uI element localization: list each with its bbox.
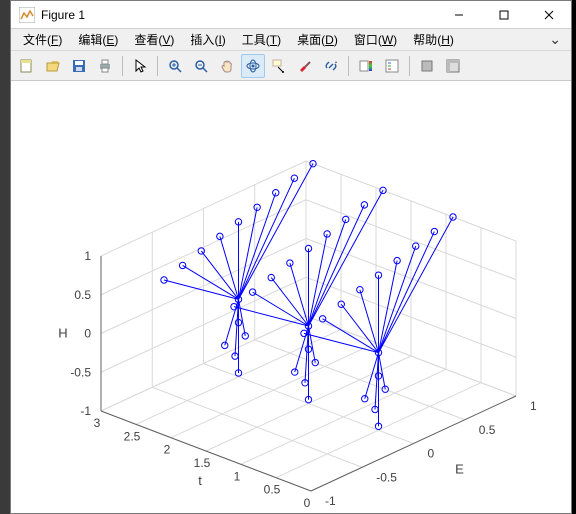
svg-text:1.5: 1.5 (194, 456, 211, 470)
svg-text:0: 0 (304, 496, 311, 510)
svg-text:0.5: 0.5 (479, 423, 496, 437)
menu-file[interactable]: 文件(F) (15, 29, 70, 50)
brush-button[interactable] (293, 54, 317, 78)
insert-legend-button[interactable] (380, 54, 404, 78)
toolbar-separator (409, 56, 410, 76)
svg-text:3: 3 (94, 416, 101, 430)
hide-plot-tools-button[interactable] (415, 54, 439, 78)
svg-text:0: 0 (428, 447, 435, 461)
svg-text:0.5: 0.5 (264, 483, 281, 497)
svg-text:2.5: 2.5 (124, 429, 141, 443)
svg-text:1: 1 (530, 399, 537, 413)
menu-edit[interactable]: 编辑(E) (70, 29, 126, 50)
maximize-button[interactable] (481, 1, 526, 29)
toolbar (11, 51, 571, 81)
menubar-overflow-icon[interactable]: ⌄ (543, 31, 567, 48)
open-button[interactable] (41, 54, 65, 78)
menu-view[interactable]: 查看(V) (126, 29, 182, 50)
titlebar: Figure 1 (11, 1, 571, 29)
svg-text:H: H (58, 326, 67, 341)
minimize-button[interactable] (436, 1, 481, 29)
data-cursor-button[interactable] (267, 54, 291, 78)
menubar: 文件(F) 编辑(E) 查看(V) 插入(I) 工具(T) 桌面(D) 窗口(W… (11, 29, 571, 51)
insert-colorbar-button[interactable] (354, 54, 378, 78)
svg-text:0.5: 0.5 (74, 288, 91, 302)
new-figure-button[interactable] (15, 54, 39, 78)
svg-text:-1: -1 (325, 494, 336, 508)
svg-text:E: E (455, 462, 464, 477)
close-button[interactable] (526, 1, 571, 29)
svg-text:-1: -1 (80, 404, 91, 418)
menu-help[interactable]: 帮助(H) (405, 29, 462, 50)
zoom-out-button[interactable] (189, 54, 213, 78)
toolbar-separator (348, 56, 349, 76)
menu-insert[interactable]: 插入(I) (182, 29, 233, 50)
matlab-figure-icon (19, 7, 35, 23)
svg-text:t: t (198, 473, 202, 488)
pan-button[interactable] (215, 54, 239, 78)
window-title: Figure 1 (41, 8, 85, 22)
svg-text:-0.5: -0.5 (70, 365, 91, 379)
menu-window[interactable]: 窗口(W) (346, 29, 405, 50)
save-button[interactable] (67, 54, 91, 78)
menu-tools[interactable]: 工具(T) (234, 29, 289, 50)
toolbar-separator (122, 56, 123, 76)
rotate3d-button[interactable] (241, 54, 265, 78)
link-data-button[interactable] (319, 54, 343, 78)
menu-desktop[interactable]: 桌面(D) (289, 29, 346, 50)
svg-text:2: 2 (164, 443, 171, 457)
svg-text:-0.5: -0.5 (376, 470, 397, 484)
svg-text:1: 1 (234, 469, 241, 483)
zoom-in-button[interactable] (163, 54, 187, 78)
print-button[interactable] (93, 54, 117, 78)
svg-text:1: 1 (84, 249, 91, 263)
figure-window: Figure 1 文件(F) 编辑(E) 查看(V) 插入(I) 工具(T) 桌… (10, 0, 572, 514)
axes-3d[interactable]: 00.511.522.53-1-0.500.51-1-0.500.51tEH (11, 81, 571, 513)
context-strip (0, 0, 10, 514)
pointer-button[interactable] (128, 54, 152, 78)
toolbar-separator (157, 56, 158, 76)
svg-text:0: 0 (84, 327, 91, 341)
show-plot-tools-button[interactable] (441, 54, 465, 78)
